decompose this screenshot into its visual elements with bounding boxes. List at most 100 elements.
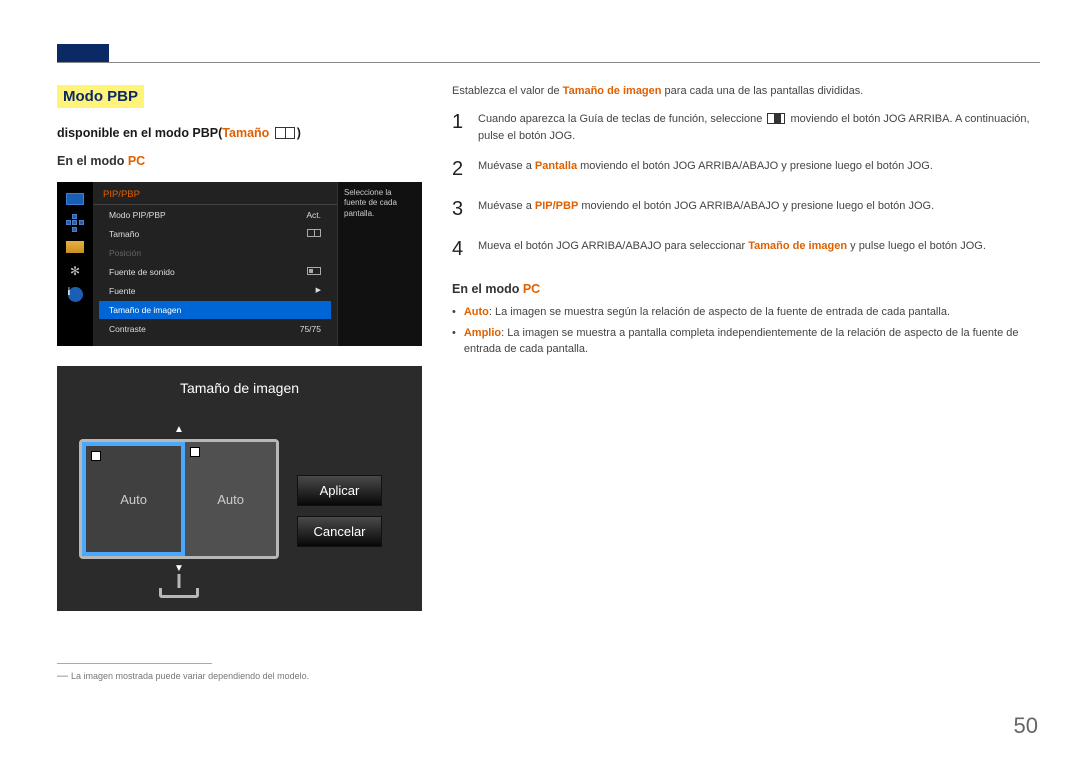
step-text: y pulse luego el botón JOG. bbox=[847, 240, 986, 252]
step-number: 3 bbox=[452, 194, 468, 224]
fourway-icon bbox=[63, 212, 87, 233]
list-icon bbox=[63, 236, 87, 257]
step-body: Cuando aparezca la Guía de teclas de fun… bbox=[478, 111, 1040, 144]
osd-row-value: Act. bbox=[306, 210, 321, 220]
bullet-text: : La imagen se muestra según la relación… bbox=[489, 306, 950, 318]
osd-row-label: Contraste bbox=[109, 324, 146, 334]
osd-menu-1: ✻ i PIP/PBP Modo PIP/PBP Act. Tamaño Posici… bbox=[57, 182, 422, 346]
step: 1Cuando aparezca la Guía de teclas de fu… bbox=[452, 111, 1040, 144]
step-text: moviendo el botón JOG ARRIBA/ABAJO y pre… bbox=[577, 160, 933, 172]
osd-tip: Seleccione la fuente de cada pantalla. bbox=[337, 182, 422, 346]
intro-text: Establezca el valor de Tamaño de imagen … bbox=[452, 85, 1040, 97]
osd2-buttons: Aplicar Cancelar bbox=[297, 475, 382, 547]
step-bold: Tamaño de imagen bbox=[748, 240, 847, 252]
step-bold: Pantalla bbox=[535, 160, 577, 172]
checkbox-icon bbox=[190, 447, 200, 457]
osd2-title: Tamaño de imagen bbox=[57, 380, 422, 396]
info-icon: i bbox=[63, 284, 87, 305]
cancel-button[interactable]: Cancelar bbox=[297, 516, 382, 547]
osd-row[interactable]: Tamaño bbox=[99, 225, 331, 243]
bullet-bold: Amplio bbox=[464, 327, 501, 339]
osd-row-value bbox=[307, 229, 321, 239]
osd-row[interactable]: Contraste 75/75 bbox=[99, 320, 331, 338]
footnote-text: La imagen mostrada puede variar dependie… bbox=[71, 671, 309, 681]
step-text: Muévase a bbox=[478, 160, 535, 172]
mode2-pc: PC bbox=[523, 282, 540, 296]
step-number: 1 bbox=[452, 107, 468, 137]
header-rule bbox=[57, 62, 1040, 63]
mode-label: En el modo PC bbox=[57, 154, 422, 168]
content: Modo PBP disponible en el modo PBP(Tamañ… bbox=[57, 85, 1040, 682]
monitor-stand bbox=[159, 588, 199, 598]
bullet-text: : La imagen se muestra a pantalla comple… bbox=[464, 327, 1019, 356]
step-text: Muévase a bbox=[478, 200, 535, 212]
osd-menu-2: Tamaño de imagen ▲ Auto Auto ▼ bbox=[57, 366, 422, 611]
mode2-prefix: En el modo bbox=[452, 282, 523, 296]
osd-row-value: 75/75 bbox=[300, 324, 321, 334]
menu-indicator-icon bbox=[767, 113, 785, 124]
step-bold: PIP/PBP bbox=[535, 200, 578, 212]
osd-menu-list: PIP/PBP Modo PIP/PBP Act. Tamaño Posición Fu… bbox=[93, 182, 337, 346]
section-title: Modo PBP bbox=[57, 85, 144, 108]
gear-icon: ✻ bbox=[63, 260, 87, 281]
pbp-icon bbox=[307, 229, 321, 237]
sound-icon bbox=[307, 267, 321, 275]
bullet-bold: Auto bbox=[464, 306, 489, 318]
step-text: moviendo el botón JOG ARRIBA/ABAJO y pre… bbox=[578, 200, 934, 212]
arrow-down-icon: ▼ bbox=[79, 563, 279, 574]
footnote: ―La imagen mostrada puede variar dependi… bbox=[57, 670, 422, 682]
step-number: 2 bbox=[452, 154, 468, 184]
pbp-icon bbox=[275, 127, 295, 139]
left-column: Modo PBP disponible en el modo PBP(Tamañ… bbox=[57, 85, 422, 682]
pane2-label: Auto bbox=[217, 492, 244, 507]
osd-row[interactable]: Fuente ▶ bbox=[99, 282, 331, 300]
osd-row-value bbox=[307, 267, 321, 277]
step-body: Muévase a PIP/PBP moviendo el botón JOG … bbox=[478, 198, 934, 215]
osd-row[interactable]: Fuente de sonido bbox=[99, 263, 331, 281]
pane-right: Auto bbox=[185, 442, 276, 556]
mode-prefix: En el modo bbox=[57, 154, 128, 168]
mode-label-2: En el modo PC bbox=[452, 282, 1040, 296]
subtitle-size: Tamaño bbox=[222, 126, 269, 140]
footnote-rule bbox=[57, 663, 212, 664]
right-column: Establezca el valor de Tamaño de imagen … bbox=[452, 85, 1040, 682]
apply-button[interactable]: Aplicar bbox=[297, 475, 382, 506]
osd-row[interactable]: Modo PIP/PBP Act. bbox=[99, 206, 331, 224]
osd-row-value: ▶ bbox=[316, 286, 321, 296]
bullet-list: Auto: La imagen se muestra según la rela… bbox=[452, 304, 1040, 358]
header-accent bbox=[57, 44, 109, 62]
step-number: 4 bbox=[452, 234, 468, 264]
step-text: Mueva el botón JOG ARRIBA/ABAJO para sel… bbox=[478, 240, 748, 252]
bullet-item: Auto: La imagen se muestra según la rela… bbox=[452, 304, 1040, 321]
osd-row[interactable]: Posición bbox=[99, 244, 331, 262]
osd-row-label: Tamaño de imagen bbox=[109, 305, 181, 315]
step-text: Cuando aparezca la Guía de teclas de fun… bbox=[478, 113, 765, 125]
monitor-preview: Auto Auto bbox=[79, 439, 279, 559]
checkbox-icon bbox=[91, 451, 101, 461]
osd-icon-column: ✻ i bbox=[57, 182, 93, 346]
availability-subtitle: disponible en el modo PBP(Tamaño ) bbox=[57, 126, 422, 140]
step: 3Muévase a PIP/PBP moviendo el botón JOG… bbox=[452, 198, 1040, 224]
osd-row-label: Fuente de sonido bbox=[109, 267, 175, 277]
pane1-label: Auto bbox=[120, 492, 147, 507]
step: 4Mueva el botón JOG ARRIBA/ABAJO para se… bbox=[452, 238, 1040, 264]
intro-bold: Tamaño de imagen bbox=[563, 85, 662, 97]
step: 2Muévase a Pantalla moviendo el botón JO… bbox=[452, 158, 1040, 184]
osd-row-label: Tamaño bbox=[109, 229, 139, 239]
subtitle-prefix: disponible en el modo PBP( bbox=[57, 126, 222, 140]
osd-header: PIP/PBP bbox=[93, 182, 337, 205]
bullet-item: Amplio: La imagen se muestra a pantalla … bbox=[452, 325, 1040, 358]
intro-post: para cada una de las pantallas divididas… bbox=[662, 85, 864, 97]
arrow-up-icon: ▲ bbox=[79, 424, 279, 435]
pane-left: Auto bbox=[82, 442, 185, 556]
osd-row-label: Modo PIP/PBP bbox=[109, 210, 166, 220]
osd-row-label: Posición bbox=[109, 248, 141, 258]
subtitle-suffix: ) bbox=[297, 126, 301, 140]
osd-row[interactable]: Tamaño de imagen bbox=[99, 301, 331, 319]
screen-icon bbox=[63, 188, 87, 209]
preview-column: ▲ Auto Auto ▼ bbox=[79, 424, 279, 598]
intro-pre: Establezca el valor de bbox=[452, 85, 563, 97]
mode-pc: PC bbox=[128, 154, 145, 168]
osd-row-label: Fuente bbox=[109, 286, 135, 296]
step-body: Muévase a Pantalla moviendo el botón JOG… bbox=[478, 158, 933, 175]
